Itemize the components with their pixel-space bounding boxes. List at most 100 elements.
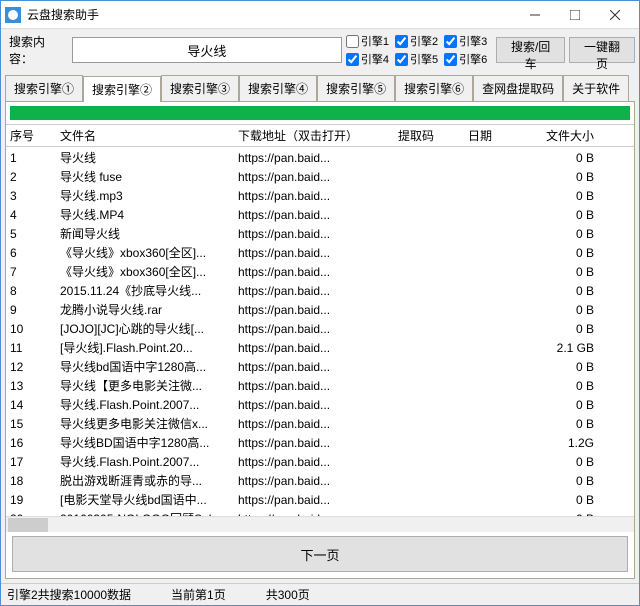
table-row[interactable]: 19[电影天堂导火线bd国语中...https://pan.baid...0 B bbox=[6, 489, 634, 508]
cell: 0 B bbox=[534, 318, 598, 337]
next-page-button[interactable]: 下一页 bbox=[12, 536, 628, 572]
col-name[interactable]: 文件名 bbox=[56, 125, 234, 146]
engine-check-1[interactable]: 引擎1 bbox=[346, 33, 389, 49]
engine-check-6[interactable]: 引擎6 bbox=[444, 51, 487, 67]
cell: 2 bbox=[6, 166, 56, 185]
cell: 0 B bbox=[534, 223, 598, 242]
cell bbox=[464, 375, 534, 394]
engine-check-2[interactable]: 引擎2 bbox=[395, 33, 438, 49]
table-row[interactable]: 6《导火线》xbox360[全区]...https://pan.baid...0… bbox=[6, 242, 634, 261]
table-row[interactable]: 11[导火线].Flash.Point.20...https://pan.bai… bbox=[6, 337, 634, 356]
cell bbox=[394, 147, 464, 166]
engine-label: 引擎4 bbox=[361, 51, 389, 67]
table-row[interactable]: 12导火线bd国语中字1280高...https://pan.baid...0 … bbox=[6, 356, 634, 375]
tab-4[interactable]: 搜索引擎⑤ bbox=[317, 75, 395, 101]
table-row[interactable]: 82015.11.24《抄底导火线...https://pan.baid...0… bbox=[6, 280, 634, 299]
search-button[interactable]: 搜索/回车 bbox=[496, 37, 565, 63]
tabs: 搜索引擎①搜索引擎②搜索引擎③搜索引擎④搜索引擎⑤搜索引擎⑥查网盘提取码关于软件 bbox=[1, 75, 639, 101]
col-code[interactable]: 提取码 bbox=[394, 125, 464, 146]
tab-5[interactable]: 搜索引擎⑥ bbox=[395, 75, 473, 101]
cell bbox=[464, 356, 534, 375]
table-row[interactable]: 7《导火线》xbox360[全区]...https://pan.baid...0… bbox=[6, 261, 634, 280]
cell bbox=[464, 413, 534, 432]
cell: https://pan.baid... bbox=[234, 223, 394, 242]
search-input[interactable] bbox=[72, 37, 342, 63]
table-row[interactable]: 13导火线【更多电影关注微...https://pan.baid...0 B bbox=[6, 375, 634, 394]
table-row[interactable]: 3导火线.mp3https://pan.baid...0 B bbox=[6, 185, 634, 204]
table-row[interactable]: 10[JOJO][JC]心跳的导火线[...https://pan.baid..… bbox=[6, 318, 634, 337]
minimize-button[interactable] bbox=[515, 1, 555, 29]
tab-3[interactable]: 搜索引擎④ bbox=[239, 75, 317, 101]
scroll-thumb[interactable] bbox=[8, 518, 48, 532]
cell bbox=[394, 280, 464, 299]
app-icon bbox=[5, 7, 21, 23]
cell: 0 B bbox=[534, 261, 598, 280]
cell: 15 bbox=[6, 413, 56, 432]
table-row[interactable]: 18脱出游戏断涯青或赤的导...https://pan.baid...0 B bbox=[6, 470, 634, 489]
horizontal-scrollbar[interactable] bbox=[6, 516, 634, 532]
engine-check-3[interactable]: 引擎3 bbox=[444, 33, 487, 49]
cell bbox=[394, 223, 464, 242]
cell: 导火线 fuse bbox=[56, 166, 234, 185]
cell: 导火线bd国语中字1280高... bbox=[56, 356, 234, 375]
engine-checkbox[interactable] bbox=[346, 53, 359, 66]
col-seq[interactable]: 序号 bbox=[6, 125, 56, 146]
cell: https://pan.baid... bbox=[234, 261, 394, 280]
cell: 10 bbox=[6, 318, 56, 337]
table-row[interactable]: 17导火线.Flash.Point.2007...https://pan.bai… bbox=[6, 451, 634, 470]
col-date[interactable]: 日期 bbox=[464, 125, 534, 146]
tab-2[interactable]: 搜索引擎③ bbox=[161, 75, 239, 101]
cell: 8 bbox=[6, 280, 56, 299]
engine-checkbox[interactable] bbox=[346, 35, 359, 48]
tab-6[interactable]: 查网盘提取码 bbox=[473, 75, 563, 101]
cell bbox=[394, 204, 464, 223]
table-row[interactable]: 16导火线BD国语中字1280高...https://pan.baid...1.… bbox=[6, 432, 634, 451]
cell bbox=[464, 337, 534, 356]
cell bbox=[464, 242, 534, 261]
cell bbox=[464, 147, 534, 166]
cell bbox=[464, 432, 534, 451]
cell: https://pan.baid... bbox=[234, 318, 394, 337]
cell: https://pan.baid... bbox=[234, 147, 394, 166]
close-button[interactable] bbox=[595, 1, 635, 29]
engine-check-4[interactable]: 引擎4 bbox=[346, 51, 389, 67]
engine-check-5[interactable]: 引擎5 bbox=[395, 51, 438, 67]
cell: https://pan.baid... bbox=[234, 413, 394, 432]
cell: 2015.11.24《抄底导火线... bbox=[56, 280, 234, 299]
table-row[interactable]: 4导火线.MP4https://pan.baid...0 B bbox=[6, 204, 634, 223]
engine-checkboxes: 引擎1 引擎2 引擎3 引擎4 引擎5 引擎6 bbox=[346, 33, 492, 67]
engine-checkbox[interactable] bbox=[395, 35, 408, 48]
cell: 13 bbox=[6, 375, 56, 394]
table-body[interactable]: 1导火线https://pan.baid...0 B2导火线 fusehttps… bbox=[6, 147, 634, 516]
table-row[interactable]: 2导火线 fusehttps://pan.baid...0 B bbox=[6, 166, 634, 185]
table-row[interactable]: 1导火线https://pan.baid...0 B bbox=[6, 147, 634, 166]
search-row: 搜索内容： 引擎1引擎2引擎3引擎4引擎5引擎6 搜索/回车 一键翻页 bbox=[1, 29, 639, 71]
table-header: 序号 文件名 下载地址（双击打开） 提取码 日期 文件大小 bbox=[6, 124, 634, 147]
table-row[interactable]: 15导火线更多电影关注微信x...https://pan.baid...0 B bbox=[6, 413, 634, 432]
cell bbox=[394, 470, 464, 489]
table-row[interactable]: 14导火线.Flash.Point.2007...https://pan.bai… bbox=[6, 394, 634, 413]
tab-1[interactable]: 搜索引擎② bbox=[83, 76, 161, 102]
col-url[interactable]: 下载地址（双击打开） bbox=[234, 125, 394, 146]
table-row[interactable]: 5新闻导火线https://pan.baid...0 B bbox=[6, 223, 634, 242]
engine-checkbox[interactable] bbox=[395, 53, 408, 66]
statusbar: 引擎2共搜索10000数据 当前第1页 共300页 bbox=[1, 583, 639, 605]
cell: 《导火线》xbox360[全区]... bbox=[56, 261, 234, 280]
cell bbox=[394, 394, 464, 413]
cell: https://pan.baid... bbox=[234, 451, 394, 470]
tab-7[interactable]: 关于软件 bbox=[563, 75, 629, 101]
cell: 导火线更多电影关注微信x... bbox=[56, 413, 234, 432]
col-size[interactable]: 文件大小 bbox=[534, 125, 598, 146]
page-button[interactable]: 一键翻页 bbox=[569, 37, 635, 63]
maximize-button[interactable] bbox=[555, 1, 595, 29]
cell: 0 B bbox=[534, 470, 598, 489]
cell: 14 bbox=[6, 394, 56, 413]
table-row[interactable]: 9龙腾小说导火线.rarhttps://pan.baid...0 B bbox=[6, 299, 634, 318]
tab-0[interactable]: 搜索引擎① bbox=[5, 75, 83, 101]
cell: 0 B bbox=[534, 147, 598, 166]
engine-checkbox[interactable] bbox=[444, 35, 457, 48]
cell: 18 bbox=[6, 470, 56, 489]
engine-checkbox[interactable] bbox=[444, 53, 457, 66]
cell: 9 bbox=[6, 299, 56, 318]
table-row[interactable]: 2020160305-NOLOGO回顾Sel...https://pan.bai… bbox=[6, 508, 634, 516]
